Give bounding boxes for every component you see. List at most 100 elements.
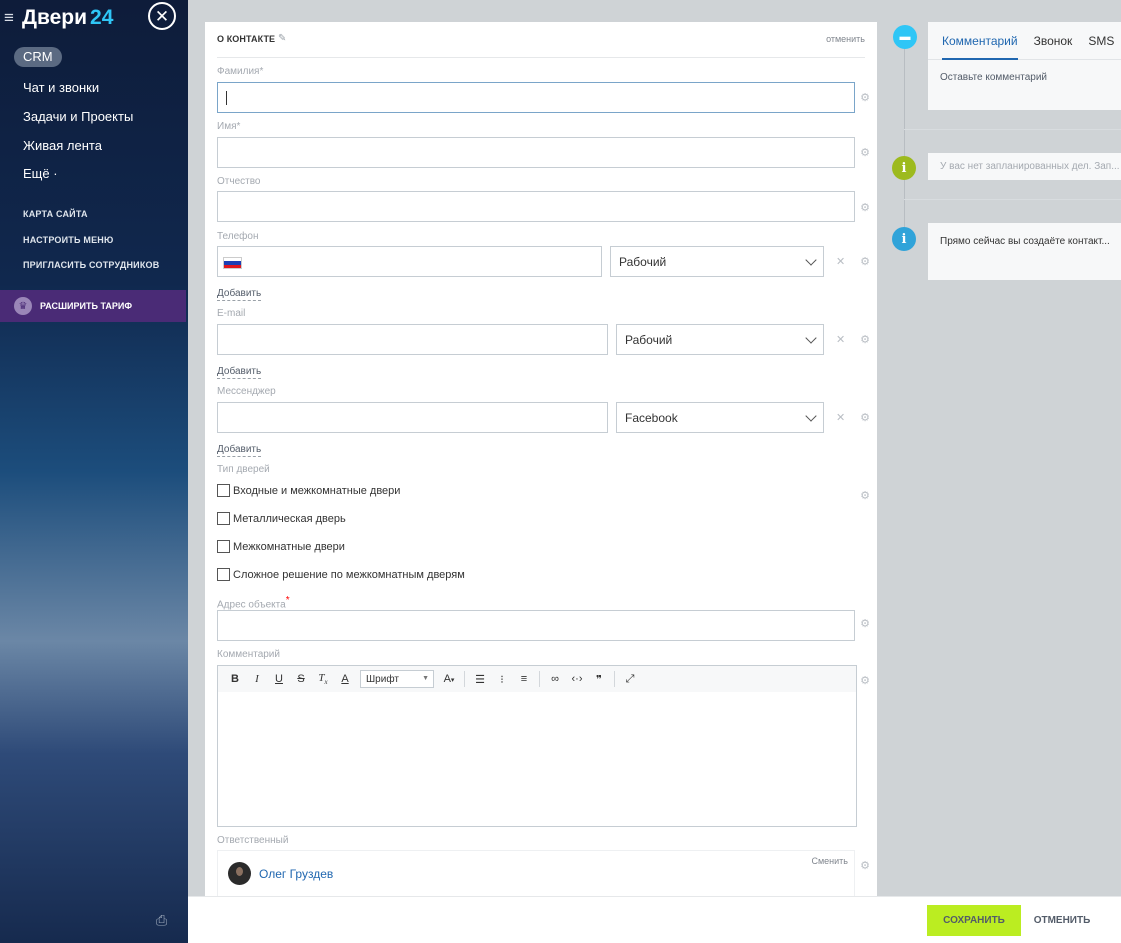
lastname-label: Фамилия* bbox=[217, 66, 263, 77]
middlename-input[interactable] bbox=[217, 191, 855, 222]
responsible-box: Олег Груздев Сменить bbox=[217, 850, 855, 900]
door-type-label: Тип дверей bbox=[217, 464, 270, 475]
gear-icon[interactable]: ⚙ bbox=[859, 256, 871, 268]
responsible-name[interactable]: Олег Груздев bbox=[259, 867, 333, 881]
gear-icon[interactable]: ⚙ bbox=[859, 490, 871, 502]
gear-icon[interactable]: ⚙ bbox=[859, 202, 871, 214]
bold-icon[interactable]: B bbox=[224, 673, 246, 685]
timeline-divider bbox=[904, 129, 1121, 130]
phone-type-select[interactable]: Рабочий bbox=[610, 246, 824, 277]
gear-icon[interactable]: ⚙ bbox=[859, 412, 871, 424]
fullscreen-icon[interactable]: ⤢ bbox=[619, 673, 641, 686]
chat-bubble-icon: ▬ bbox=[893, 25, 917, 49]
avatar[interactable] bbox=[228, 862, 251, 885]
link-icon[interactable]: ∞ bbox=[544, 673, 566, 685]
door-type-option[interactable]: Межкомнатные двери bbox=[217, 540, 345, 553]
sidebar-item-more[interactable]: Ещё · bbox=[23, 166, 58, 181]
sidebar-item-tasks[interactable]: Задачи и Проекты bbox=[23, 109, 133, 124]
lastname-required-mark: * bbox=[259, 66, 264, 77]
checkbox[interactable] bbox=[217, 540, 230, 553]
phone-input[interactable] bbox=[217, 246, 602, 277]
firstname-required-mark: * bbox=[236, 121, 241, 132]
email-type-select[interactable]: Рабочий bbox=[616, 324, 824, 355]
responsible-label: Ответственный bbox=[217, 835, 289, 846]
printer-icon[interactable]: ⎙ bbox=[156, 912, 167, 929]
chevron-down-icon bbox=[805, 410, 817, 422]
checkbox[interactable] bbox=[217, 512, 230, 525]
add-phone-link[interactable]: Добавить bbox=[217, 288, 262, 301]
door-type-option[interactable]: Входные и межкомнатные двери bbox=[217, 484, 400, 497]
gear-icon[interactable]: ⚙ bbox=[859, 618, 871, 630]
checkbox[interactable] bbox=[217, 484, 230, 497]
messenger-type-value: Facebook bbox=[625, 410, 678, 425]
email-input[interactable] bbox=[217, 324, 608, 355]
cancel-button[interactable]: ОТМЕНИТЬ bbox=[1031, 905, 1093, 936]
firstname-label-text: Имя bbox=[217, 121, 237, 132]
tab-call[interactable]: Звонок bbox=[1034, 22, 1073, 60]
lastname-label-text: Фамилия bbox=[217, 66, 260, 77]
font-size-icon[interactable]: A▾ bbox=[438, 673, 460, 685]
timeline-divider bbox=[904, 199, 1121, 200]
tab-comment[interactable]: Комментарий bbox=[942, 22, 1018, 60]
clear-format-icon[interactable]: Tx bbox=[312, 672, 334, 686]
bullet-list-icon[interactable]: ⁝ bbox=[491, 673, 513, 686]
sitemap-link[interactable]: КАРТА САЙТА bbox=[23, 209, 88, 219]
add-email-link[interactable]: Добавить bbox=[217, 366, 262, 379]
form-cancel-link[interactable]: отменить bbox=[826, 34, 865, 44]
messenger-type-select[interactable]: Facebook bbox=[616, 402, 824, 433]
strikethrough-icon[interactable]: S bbox=[290, 673, 312, 685]
font-select[interactable]: Шрифт ▼ bbox=[360, 670, 434, 688]
crm-badge[interactable]: CRM bbox=[14, 47, 62, 67]
phone-type-value: Рабочий bbox=[619, 254, 667, 269]
email-label: E-mail bbox=[217, 308, 246, 319]
invite-users-link[interactable]: ПРИГЛАСИТЬ СОТРУДНИКОВ bbox=[23, 260, 159, 270]
sidebar-item-feed[interactable]: Живая лента bbox=[23, 138, 102, 153]
font-select-value: Шрифт bbox=[366, 673, 399, 685]
info-icon: i bbox=[892, 227, 916, 251]
gear-icon[interactable]: ⚙ bbox=[859, 92, 871, 104]
remove-icon[interactable]: ✕ bbox=[836, 411, 845, 424]
quote-icon[interactable]: ❞ bbox=[588, 673, 610, 686]
sidebar-item-chat[interactable]: Чат и звонки bbox=[23, 80, 99, 95]
font-color-icon[interactable]: A bbox=[334, 673, 356, 685]
brand-number: 24 bbox=[90, 6, 114, 29]
door-type-option[interactable]: Металлическая дверь bbox=[217, 512, 346, 525]
pencil-icon[interactable]: ✎ bbox=[278, 33, 286, 44]
numbered-list-icon[interactable]: ☰ bbox=[469, 673, 491, 686]
address-input[interactable] bbox=[217, 610, 855, 641]
upgrade-plan-button[interactable]: ♛ РАСШИРИТЬ ТАРИФ bbox=[0, 290, 186, 322]
comment-editor[interactable]: B I U S Tx A Шрифт ▼ A▾ ☰ ⁝ ≡ ∞ ‹·› ❞ ⤢ bbox=[217, 665, 857, 827]
gear-icon[interactable]: ⚙ bbox=[859, 334, 871, 346]
underline-icon[interactable]: U bbox=[268, 673, 290, 685]
brand-logo[interactable]: Двери 24 bbox=[22, 6, 113, 30]
change-responsible-link[interactable]: Сменить bbox=[811, 856, 848, 866]
tab-sms[interactable]: SMS bbox=[1088, 22, 1114, 60]
code-icon[interactable]: ‹·› bbox=[566, 673, 588, 685]
configure-menu-link[interactable]: НАСТРОИТЬ МЕНЮ bbox=[23, 235, 113, 245]
messenger-input[interactable] bbox=[217, 402, 608, 433]
checkbox[interactable] bbox=[217, 568, 230, 581]
contact-form: О КОНТАКТЕ ✎ отменить Фамилия* ⚙ Имя* ⚙ … bbox=[205, 22, 877, 900]
gear-icon[interactable]: ⚙ bbox=[859, 147, 871, 159]
upgrade-label: РАСШИРИТЬ ТАРИФ bbox=[40, 301, 133, 311]
gear-icon[interactable]: ⚙ bbox=[859, 860, 871, 872]
align-icon[interactable]: ≡ bbox=[513, 673, 535, 685]
creating-text: Прямо сейчас вы создаёте контакт... bbox=[940, 236, 1110, 247]
add-messenger-link[interactable]: Добавить bbox=[217, 444, 262, 457]
remove-icon[interactable]: ✕ bbox=[836, 333, 845, 346]
save-button[interactable]: СОХРАНИТЬ bbox=[927, 905, 1021, 936]
gear-icon[interactable]: ⚙ bbox=[859, 675, 871, 687]
remove-icon[interactable]: ✕ bbox=[836, 255, 845, 268]
lastname-input[interactable] bbox=[217, 82, 855, 113]
comment-placeholder[interactable]: Оставьте комментарий bbox=[940, 72, 1047, 83]
italic-icon[interactable]: I bbox=[246, 673, 268, 685]
sidebar: ≡ Двери 24 ✕ CRM Чат и звонки Задачи и Пр… bbox=[0, 0, 188, 943]
door-type-option[interactable]: Сложное решение по межкомнатным дверям bbox=[217, 568, 465, 581]
text-caret bbox=[226, 91, 227, 105]
menu-burger-icon[interactable]: ≡ bbox=[4, 8, 20, 28]
door-type-option-label: Металлическая дверь bbox=[233, 512, 346, 525]
phone-label: Телефон bbox=[217, 231, 259, 242]
firstname-input[interactable] bbox=[217, 137, 855, 168]
close-slider-icon[interactable]: ✕ bbox=[148, 2, 176, 30]
russia-flag-icon[interactable] bbox=[223, 257, 242, 269]
